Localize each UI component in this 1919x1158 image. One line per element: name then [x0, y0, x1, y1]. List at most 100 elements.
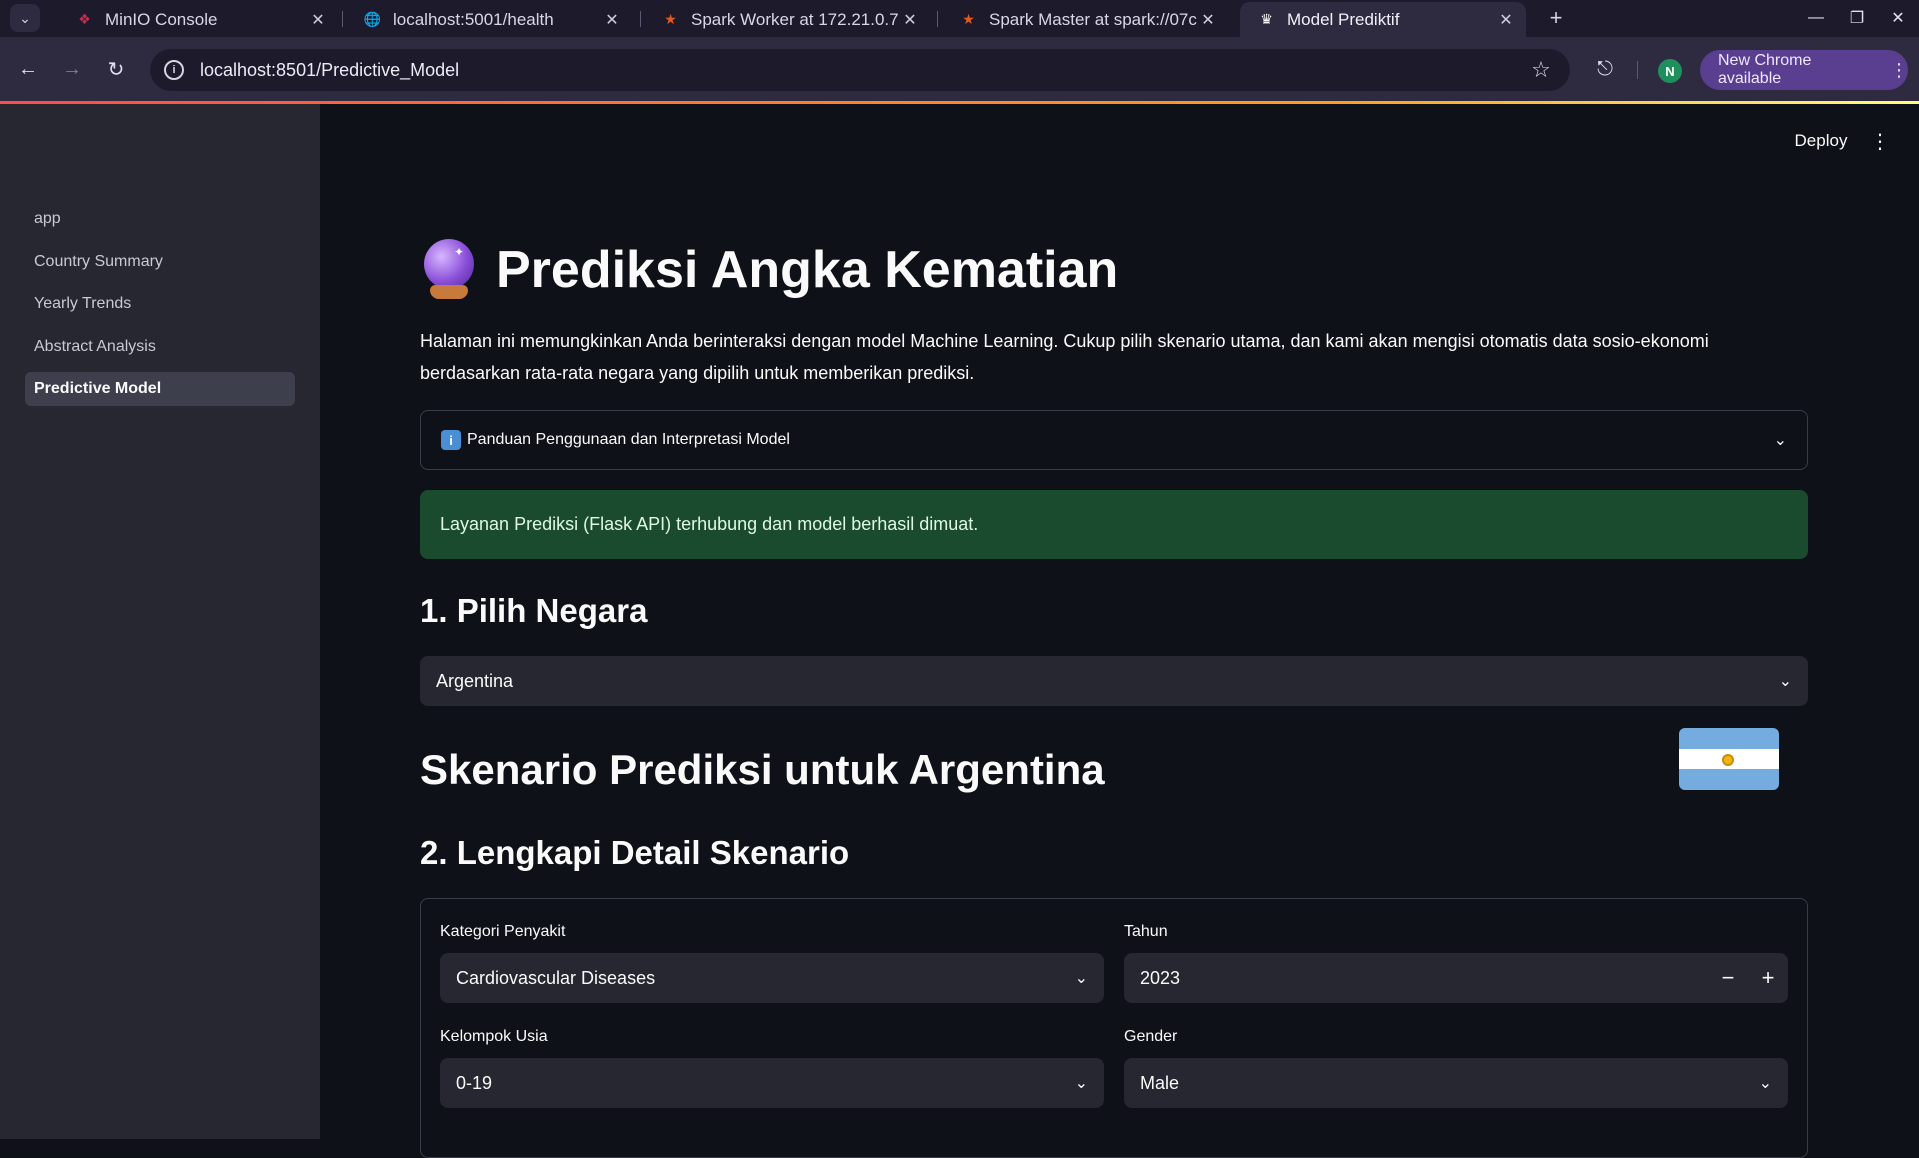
chevron-down-icon: ⌄ [1773, 432, 1787, 449]
extensions-puzzle-icon[interactable]: ⎋ [1590, 54, 1620, 84]
page-title-row: ✦ Prediksi Angka Kematian [420, 235, 1118, 305]
close-icon[interactable]: ✕ [1198, 10, 1218, 30]
argentina-flag-image [1679, 728, 1779, 790]
sidebar-item-label: Country Summary [34, 253, 163, 270]
arrow-left-icon: ← [18, 57, 38, 80]
browser-tab-health[interactable]: 🌐 localhost:5001/health ✕ [346, 2, 632, 37]
minimize-icon: — [1808, 9, 1824, 26]
plus-icon: + [1549, 5, 1563, 30]
tab-title: Spark Master at spark://07c [989, 9, 1197, 29]
close-icon[interactable]: ✕ [308, 10, 328, 30]
arrow-right-icon: → [62, 57, 82, 80]
sun-of-may-icon [1722, 753, 1734, 766]
chrome-update-button[interactable]: New Chrome available ⋮ [1700, 50, 1908, 90]
sidebar-item-abstract-analysis[interactable]: Abstract Analysis [25, 330, 295, 364]
chevron-down-icon: ⌄ [1074, 970, 1088, 987]
year-value[interactable]: 2023 [1140, 968, 1708, 989]
close-icon[interactable]: ✕ [900, 10, 920, 30]
sidebar-item-country-summary[interactable]: Country Summary [25, 245, 295, 279]
close-window-button[interactable]: ✕ [1878, 4, 1918, 32]
section-heading-details: 2. Lengkapi Detail Skenario [420, 834, 850, 871]
age-group-value: 0-19 [456, 1072, 493, 1093]
sidebar-item-label: Abstract Analysis [34, 338, 156, 355]
chevron-down-icon: ⌄ [19, 9, 31, 26]
chevron-down-icon: ⌄ [1074, 1075, 1088, 1092]
new-tab-button[interactable]: + [1542, 4, 1570, 32]
gender-select[interactable]: Male ⌄ [1124, 1058, 1788, 1108]
age-group-select[interactable]: 0-19 ⌄ [440, 1058, 1104, 1108]
restore-button[interactable]: ❐ [1837, 4, 1877, 32]
streamlit-crown-icon: ♛ [1260, 11, 1273, 27]
sidebar-item-label: app [34, 210, 61, 227]
sidebar-item-label: Yearly Trends [34, 295, 132, 312]
forward-button[interactable]: → [56, 53, 88, 85]
close-icon[interactable]: ✕ [602, 10, 622, 30]
tab-divider [342, 11, 343, 27]
browser-toolbar: ← → ↻ i localhost:8501/Predictive_Model … [0, 37, 1919, 101]
year-number-input[interactable]: 2023 − + [1124, 953, 1788, 1003]
tab-divider [640, 11, 641, 27]
close-icon[interactable]: ✕ [1496, 10, 1516, 30]
success-message: Layanan Prediksi (Flask API) terhubung d… [440, 514, 979, 534]
sidebar-item-yearly-trends[interactable]: Yearly Trends [25, 287, 295, 321]
increment-button[interactable]: + [1748, 953, 1788, 1003]
tab-search-button[interactable]: ⌄ [10, 4, 40, 32]
chevron-down-icon: ⌄ [1758, 1075, 1772, 1092]
spark-icon: ★ [664, 11, 677, 27]
sidebar-item-predictive-model[interactable]: Predictive Model [25, 372, 295, 406]
browser-tab-spark-master[interactable]: ★ Spark Master at spark://07c ✕ [942, 2, 1228, 37]
minio-flame-icon: ❖ [78, 11, 91, 27]
gender-value: Male [1140, 1072, 1180, 1093]
globe-icon: 🌐 [363, 11, 382, 27]
close-icon: ✕ [1891, 10, 1905, 27]
expander-label: Panduan Penggunaan dan Interpretasi Mode… [467, 431, 790, 448]
sidebar-item-label: Predictive Model [34, 380, 162, 397]
sidebar-item-app[interactable]: app [25, 202, 295, 236]
gender-label: Gender [1124, 1028, 1178, 1045]
year-label: Tahun [1124, 923, 1168, 940]
tab-title: MinIO Console [105, 9, 218, 29]
kebab-menu-icon: ⋮ [1890, 59, 1908, 80]
tab-title: Spark Worker at 172.21.0.7: [691, 9, 900, 29]
minimize-button[interactable]: — [1796, 4, 1836, 32]
tab-title: localhost:5001/health [393, 9, 554, 29]
section-heading-country: 1. Pilih Negara [420, 592, 648, 629]
address-bar[interactable]: i localhost:8501/Predictive_Model ☆ [150, 49, 1570, 91]
update-label: New Chrome available [1718, 52, 1812, 87]
tab-title: Model Prediktif [1287, 9, 1400, 29]
browser-tab-strip: ⌄ ❖ MinIO Console ✕ 🌐 localhost:5001/hea… [0, 0, 1919, 37]
sidebar: app Country Summary Yearly Trends Abstra… [0, 104, 320, 1139]
profile-avatar[interactable]: N [1658, 59, 1682, 83]
browser-tab-minio[interactable]: ❖ MinIO Console ✕ [58, 2, 338, 37]
reload-icon: ↻ [107, 58, 125, 81]
guide-expander[interactable]: i Panduan Penggunaan dan Interpretasi Mo… [420, 410, 1808, 470]
back-button[interactable]: ← [12, 53, 44, 85]
age-group-label: Kelompok Usia [440, 1028, 548, 1045]
page-title: Prediksi Angka Kematian [496, 241, 1119, 299]
url-text[interactable]: localhost:8501/Predictive_Model [200, 60, 1526, 81]
browser-tab-model-prediktif[interactable]: ♛ Model Prediktif ✕ [1240, 2, 1526, 37]
chevron-down-icon: ⌄ [1778, 673, 1792, 690]
country-select[interactable]: Argentina ⌄ [420, 656, 1808, 706]
disease-category-label: Kategori Penyakit [440, 923, 566, 940]
country-select-value: Argentina [436, 670, 514, 691]
intro-paragraph: Halaman ini memungkinkan Anda berinterak… [420, 331, 1709, 383]
success-alert: Layanan Prediksi (Flask API) terhubung d… [420, 490, 1808, 559]
crystal-ball-icon: ✦ [420, 237, 478, 303]
decrement-button[interactable]: − [1708, 953, 1748, 1003]
restore-icon: ❐ [1849, 10, 1865, 27]
disease-category-value: Cardiovascular Diseases [456, 967, 656, 988]
bookmark-star-icon[interactable]: ☆ [1526, 57, 1556, 83]
spark-icon: ★ [962, 11, 975, 27]
browser-tab-spark-worker[interactable]: ★ Spark Worker at 172.21.0.7: ✕ [644, 2, 930, 37]
reload-button[interactable]: ↻ [100, 53, 132, 85]
disease-category-select[interactable]: Cardiovascular Diseases ⌄ [440, 953, 1104, 1003]
scenario-heading: Skenario Prediksi untuk Argentina [420, 746, 1105, 793]
tab-divider [937, 11, 938, 27]
info-icon: i [441, 430, 461, 450]
toolbar-divider [1637, 61, 1638, 79]
deploy-button[interactable]: Deploy [1780, 125, 1862, 157]
main-menu-button[interactable]: ⋮ [1866, 125, 1894, 157]
scenario-form: Kategori Penyakit Cardiovascular Disease… [420, 898, 1808, 1158]
site-info-icon[interactable]: i [164, 60, 184, 80]
